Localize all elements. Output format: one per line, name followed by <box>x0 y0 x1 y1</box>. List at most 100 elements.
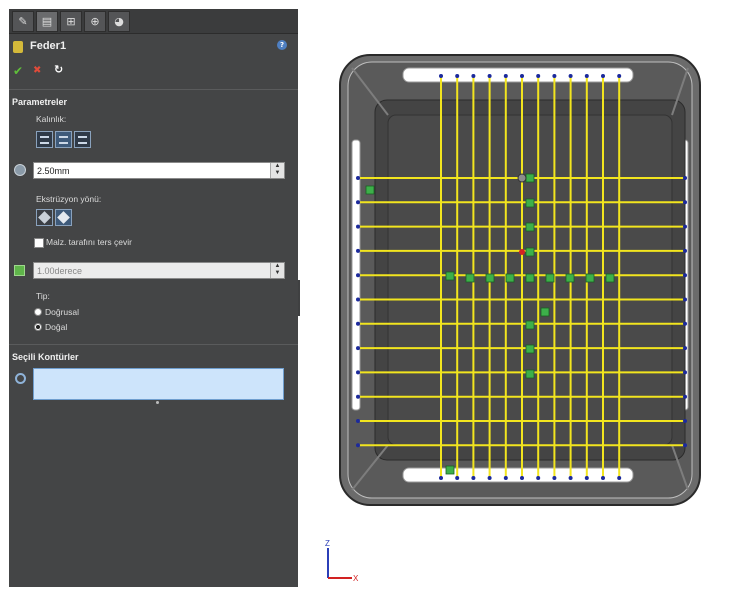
sketch-endpoint[interactable] <box>471 476 476 480</box>
sketch-endpoint[interactable] <box>568 74 573 78</box>
sketch-endpoint[interactable] <box>683 443 687 448</box>
thickness-input[interactable]: 2.50mm ▲ ▼ <box>33 162 285 179</box>
sketch-endpoint[interactable] <box>536 476 541 480</box>
sketch-endpoint[interactable] <box>683 176 687 180</box>
sketch-endpoint[interactable] <box>439 476 443 480</box>
sketch-endpoint[interactable] <box>683 273 687 278</box>
sketch-endpoint[interactable] <box>683 321 687 326</box>
sketch-endpoint[interactable] <box>520 476 524 480</box>
feature-manager-tab[interactable]: ✎ <box>12 11 34 32</box>
sketch-relation-icon[interactable] <box>525 198 535 208</box>
sketch-endpoint[interactable] <box>683 297 687 302</box>
sketch-relation-icon[interactable] <box>565 273 575 283</box>
property-manager-tab[interactable]: ▤ <box>36 11 58 32</box>
sketch-endpoint[interactable] <box>601 476 605 480</box>
sketch-endpoint[interactable] <box>584 476 589 480</box>
display-manager-tab[interactable]: ◕ <box>108 11 130 32</box>
keep-visible-pin-icon[interactable]: ↻ <box>54 63 63 76</box>
feature-icon <box>13 41 23 53</box>
sketch-endpoint[interactable] <box>487 476 492 480</box>
sketch-endpoint[interactable] <box>356 297 360 302</box>
coordinate-triad: Z X <box>325 539 359 583</box>
sketch-endpoint[interactable] <box>683 419 687 423</box>
sketch-point-gray[interactable] <box>517 173 527 183</box>
type-linear-radio[interactable] <box>34 308 42 316</box>
sketch-endpoint[interactable] <box>536 74 541 78</box>
sketch-endpoint[interactable] <box>455 74 460 78</box>
sketch-relation-icon[interactable] <box>525 320 535 330</box>
sketch-relation-icon[interactable] <box>525 173 535 183</box>
sketch-endpoint[interactable] <box>455 476 460 480</box>
sketch-endpoint[interactable] <box>683 224 687 229</box>
sketch-endpoint[interactable] <box>471 74 476 78</box>
sketch-relation-icon[interactable] <box>485 273 495 283</box>
flip-material-side-checkbox[interactable] <box>34 238 44 248</box>
sketch-endpoint[interactable] <box>356 346 360 351</box>
thickness-second-side-button[interactable] <box>74 131 91 148</box>
thickness-first-side-button[interactable] <box>36 131 53 148</box>
sketch-endpoint[interactable] <box>683 394 687 399</box>
extrusion-direction-button-1[interactable] <box>36 209 53 226</box>
sketch-relation-icon[interactable] <box>605 273 615 283</box>
sketch-relation-icon[interactable] <box>445 465 455 475</box>
sketch-endpoint[interactable] <box>683 248 687 253</box>
sketch-relation-icon[interactable] <box>540 307 550 317</box>
sketch-endpoint[interactable] <box>584 74 589 78</box>
sketch-relation-icon[interactable] <box>525 273 535 283</box>
cancel-x-icon[interactable]: ✖ <box>33 65 41 76</box>
extrusion-direction-label: Ekstrüzyon yönü: <box>36 194 102 204</box>
sketch-endpoint[interactable] <box>617 74 622 78</box>
sketch-relation-icon[interactable] <box>525 344 535 354</box>
sketch-endpoint[interactable] <box>487 74 492 78</box>
graphics-viewport[interactable]: Z X <box>300 0 751 596</box>
sketch-endpoint[interactable] <box>520 74 524 78</box>
sketch-endpoint[interactable] <box>356 200 360 205</box>
sketch-relation-icon[interactable] <box>505 273 515 283</box>
sketch-endpoint[interactable] <box>601 74 605 78</box>
sketch-endpoint[interactable] <box>356 394 360 399</box>
ok-check-icon[interactable]: ✔ <box>13 64 23 78</box>
sketch-endpoint[interactable] <box>356 273 360 278</box>
sketch-endpoint[interactable] <box>356 224 360 229</box>
sketch-endpoint[interactable] <box>552 74 557 78</box>
help-icon[interactable]: ? <box>277 40 287 50</box>
sketch-endpoint[interactable] <box>683 370 687 375</box>
sketch-relation-icon[interactable] <box>585 273 595 283</box>
sketch-endpoint[interactable] <box>356 248 360 253</box>
sketch-endpoint[interactable] <box>568 476 573 480</box>
sketch-endpoint[interactable] <box>683 346 687 351</box>
sketch-endpoint[interactable] <box>439 74 443 78</box>
triad-z-label: Z <box>325 539 330 548</box>
sketch-endpoint[interactable] <box>356 321 360 326</box>
dimxpert-tab[interactable]: ⊕ <box>84 11 106 32</box>
feature-title: Feder1 <box>30 40 67 52</box>
configuration-manager-tab[interactable]: ⊞ <box>60 11 82 32</box>
sketch-endpoint[interactable] <box>552 476 557 480</box>
sketch-relation-icon[interactable] <box>545 273 555 283</box>
sketch-endpoint[interactable] <box>683 200 687 205</box>
thickness-label: Kalınlık: <box>36 114 67 124</box>
sketch-relation-icon[interactable] <box>445 271 455 281</box>
sketch-relation-icon[interactable] <box>525 247 535 257</box>
draft-angle-spinner[interactable]: ▲ ▼ <box>270 263 284 278</box>
selected-contours-box[interactable] <box>33 368 284 400</box>
sketch-relation-icon[interactable] <box>525 222 535 232</box>
extrusion-direction-button-2[interactable] <box>55 209 72 226</box>
sketch-endpoint[interactable] <box>356 176 360 180</box>
draft-angle-input[interactable]: 1.00derece ▲ ▼ <box>33 262 285 279</box>
sketch-endpoint[interactable] <box>617 476 622 480</box>
type-natural-radio[interactable] <box>34 323 42 331</box>
sketch-endpoint[interactable] <box>356 443 360 448</box>
thickness-mid-button[interactable] <box>55 131 72 148</box>
sketch-relation-icon[interactable] <box>465 273 475 283</box>
resize-handle[interactable] <box>156 401 159 404</box>
model-canvas[interactable]: Z X <box>300 0 751 596</box>
sketch-endpoint[interactable] <box>503 476 508 480</box>
sketch-endpoint[interactable] <box>503 74 508 78</box>
thickness-spinner[interactable]: ▲ ▼ <box>270 163 284 178</box>
sketch-endpoint[interactable] <box>356 419 360 423</box>
configuration-icon: ⊞ <box>66 15 76 28</box>
sketch-relation-icon[interactable] <box>525 369 535 379</box>
sketch-relation-icon[interactable] <box>365 185 375 195</box>
sketch-endpoint[interactable] <box>356 370 360 375</box>
